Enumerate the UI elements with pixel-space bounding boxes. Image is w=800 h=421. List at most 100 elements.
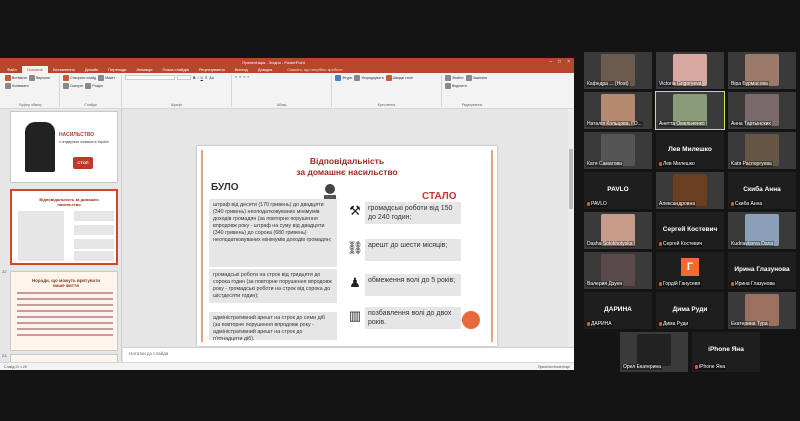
- participant-tile[interactable]: Орел Екатерина: [620, 332, 688, 372]
- participant-name: Анна Тартынских: [730, 121, 772, 127]
- group-name-slides: Слайди: [84, 103, 97, 107]
- replace-button[interactable]: Замінити: [465, 75, 487, 81]
- participant-tile[interactable]: Анна Тартынских: [728, 92, 796, 129]
- participant-tile[interactable]: Victoria Grigoryeva: [656, 52, 724, 89]
- shadow-button[interactable]: S: [205, 75, 207, 80]
- participant-tile[interactable]: Екатерина Тура: [728, 292, 796, 329]
- group-name-editing: Редагування: [461, 103, 483, 107]
- layout-icon: [98, 75, 105, 81]
- reset-button[interactable]: Скинути: [63, 83, 83, 89]
- prison-bars-icon: ▥: [348, 308, 362, 323]
- tab-animations[interactable]: Анімація: [131, 66, 157, 73]
- group-name-drawing: Креслення: [377, 103, 396, 107]
- participant-tile[interactable]: Кафедра ... (Host): [584, 52, 652, 89]
- participant-center-name: Дима Руди: [672, 306, 708, 313]
- tab-transitions[interactable]: Переходи: [103, 66, 131, 73]
- tell-me-search[interactable]: Скажіть, що потрібно зробити: [287, 67, 342, 72]
- find-button[interactable]: Знайти: [445, 75, 464, 81]
- layout-button[interactable]: Макет: [98, 75, 115, 81]
- participant-tile[interactable]: ДАРИНА ДАРИНА: [584, 292, 652, 329]
- participant-name: Екатерина Тура: [730, 321, 769, 327]
- participant-tile[interactable]: Катя Саматова: [584, 132, 652, 169]
- thumb-text-line: [17, 316, 113, 318]
- participant-center-name: Лев Милешко: [668, 146, 712, 153]
- participant-name: Скиба Анна: [730, 201, 764, 207]
- section-icon: [85, 83, 92, 89]
- quick-styles-button[interactable]: Швидкі стилі: [385, 75, 413, 81]
- cut-button[interactable]: Вирізати: [28, 75, 50, 81]
- align-right-button[interactable]: ≡: [243, 75, 245, 79]
- change-case-button[interactable]: Aa: [209, 75, 213, 80]
- align-left-button[interactable]: ≡: [235, 75, 237, 79]
- participant-name-label: Сергей Костевич: [663, 241, 703, 247]
- italic-button[interactable]: I: [198, 75, 199, 80]
- participant-center-name: iPhone Яна: [708, 346, 744, 353]
- participant-tile[interactable]: Katя Распоргуева: [728, 132, 796, 169]
- slide-editor[interactable]: Відповідальність за домашнє насильство Б…: [123, 109, 574, 347]
- paste-button[interactable]: Вставити: [5, 75, 27, 81]
- bold-button[interactable]: B: [193, 75, 196, 80]
- participant-tile[interactable]: Kudriavtseva Daria: [728, 212, 796, 249]
- arrange-button[interactable]: Упорядкувати: [354, 75, 384, 81]
- copy-button[interactable]: Копіювати: [5, 83, 29, 89]
- participant-tile-active-speaker[interactable]: Анетта Омельченко: [655, 91, 725, 130]
- layout-label: Макет: [105, 76, 115, 80]
- minimize-icon[interactable]: –: [549, 59, 552, 65]
- participant-tile[interactable]: Г Гордій Ганусевя: [656, 252, 724, 289]
- participant-tile[interactable]: Наталія Кольцова, ГО...: [584, 92, 652, 129]
- align-center-button[interactable]: ≡: [239, 75, 241, 79]
- tab-design[interactable]: Дизайн: [80, 66, 103, 73]
- slide-thumbnails-pane[interactable]: НАСИЛЬСТВО з гендерною ознакою в Україні…: [0, 109, 122, 370]
- ribbon-group-editing: Знайти Замінити Виділити Редагування: [442, 75, 502, 107]
- participant-tile[interactable]: Лев Милешко Лев Милешко: [656, 132, 724, 169]
- new-slide-button[interactable]: Створити слайд: [63, 75, 96, 81]
- tab-review[interactable]: Рецензування: [194, 66, 230, 73]
- participant-tile[interactable]: Dasha Solokhotyska: [584, 212, 652, 249]
- participant-tile[interactable]: Віра Бурмасова: [728, 52, 796, 89]
- tab-help[interactable]: Довідка: [253, 66, 277, 73]
- arrange-icon: [354, 75, 361, 81]
- participant-tile[interactable]: Ирина Глазунова Ирина Глазунова: [728, 252, 796, 289]
- tab-view[interactable]: Вигляд: [230, 66, 253, 73]
- muted-mic-icon: [659, 281, 662, 286]
- thumb-right-block-2: [74, 225, 114, 235]
- participant-name: Віра Бурмасова: [730, 81, 769, 87]
- maximize-icon[interactable]: □: [558, 59, 561, 65]
- font-size-select[interactable]: [177, 75, 191, 80]
- slide-thumbnail-1[interactable]: НАСИЛЬСТВО з гендерною ознакою в Україні…: [10, 111, 118, 183]
- tab-insert[interactable]: Вставлення: [48, 66, 80, 73]
- notes-pane[interactable]: Нотатки до слайда: [123, 347, 574, 362]
- select-button[interactable]: Виділити: [445, 83, 467, 89]
- underline-button[interactable]: U: [201, 75, 204, 80]
- new-penalty-imprisonment: позбавлення волі до двох років.: [365, 307, 461, 329]
- scrollbar-thumb[interactable]: [569, 149, 573, 209]
- tab-slideshow[interactable]: Показ слайдів: [157, 66, 193, 73]
- participant-tile[interactable]: PAVLO PAVLO: [584, 172, 652, 209]
- old-penalty-community-work: громадські роботи на строк від тридцяти …: [209, 269, 337, 303]
- section-button[interactable]: Розділ: [85, 83, 103, 89]
- participant-tile[interactable]: Валерия Дзуен: [584, 252, 652, 289]
- slide-thumbnail-3[interactable]: Норади, що можуть врятувати ваше життя: [10, 271, 118, 351]
- shapes-button[interactable]: Фігури: [335, 75, 352, 81]
- tab-home[interactable]: Основне: [21, 66, 48, 73]
- close-icon[interactable]: ×: [567, 59, 570, 65]
- font-name-select[interactable]: [125, 75, 175, 80]
- current-slide[interactable]: Відповідальність за домашнє насильство Б…: [197, 146, 497, 346]
- participant-tile[interactable]: Сергей Костевич Сергей Костевич: [656, 212, 724, 249]
- status-right-controls[interactable]: Примітки Коментарі: [538, 365, 570, 369]
- muted-mic-icon: [659, 161, 662, 166]
- slide-thumbnail-2-selected[interactable]: Відповідальність за домашнє насильство: [10, 189, 118, 265]
- justify-button[interactable]: ≡: [247, 75, 249, 79]
- participant-name: Валерия Дзуен: [586, 281, 624, 287]
- participant-tile[interactable]: Александровна: [656, 172, 724, 209]
- editor-vertical-scrollbar[interactable]: [568, 109, 574, 347]
- tab-file[interactable]: Файл: [2, 66, 22, 73]
- participant-tile[interactable]: Скиба Анна Скиба Анна: [728, 172, 796, 209]
- thumb-right-block-4: [74, 251, 114, 261]
- participant-tile[interactable]: Дима Руди Дима Руди: [656, 292, 724, 329]
- participant-name-label: Гордій Ганусевя: [663, 281, 701, 287]
- participant-center-name: Сергей Костевич: [662, 226, 718, 233]
- participant-tile[interactable]: iPhone Яна iPhone Яна: [692, 332, 760, 372]
- handcuffs-icon: ⛓: [346, 240, 364, 255]
- section-label: Розділ: [92, 84, 103, 88]
